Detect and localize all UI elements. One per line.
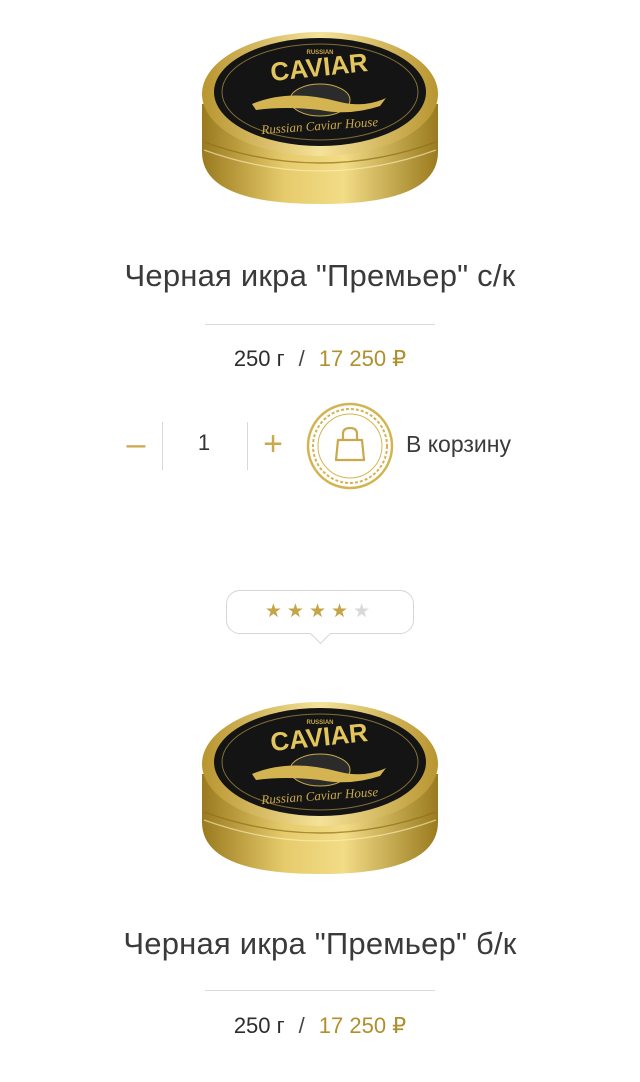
product-card-2: RUSSIAN CAVIAR Russian Caviar House Черн… [0, 660, 640, 1082]
product-price-1: 17 250 ₽ [318, 346, 407, 371]
quantity-divider-left [162, 422, 163, 470]
rating-badge: ★★★★★ [226, 590, 414, 645]
product-price-2: 17 250 ₽ [318, 1013, 407, 1038]
product-title-2[interactable]: Черная икра "Премьер" б/к [0, 926, 640, 962]
quantity-divider-right [247, 422, 248, 470]
shopping-bag-icon[interactable] [306, 402, 394, 490]
star-icon: ★ [331, 601, 354, 622]
divider-1 [205, 324, 435, 325]
price-separator-1: / [298, 346, 305, 371]
product-image-2[interactable]: RUSSIAN CAVIAR Russian Caviar House [190, 682, 450, 882]
star-icon: ★ [286, 601, 309, 622]
price-row-2: 250 г / 17 250 ₽ [0, 1013, 640, 1039]
product-weight-2: 250 г [233, 1013, 285, 1038]
product-title-1[interactable]: Черная икра "Премьер" с/к [0, 258, 640, 294]
product-weight-1: 250 г [233, 346, 285, 371]
quantity-plus-button[interactable]: + [253, 424, 293, 464]
star-icon: ★ [308, 601, 332, 622]
product-card-1: RUSSIAN CAVIAR Russian Caviar House Черн… [0, 0, 640, 520]
star-icon: ★ [264, 601, 287, 622]
quantity-input[interactable]: 1 [184, 430, 224, 456]
price-row-1: 250 г / 17 250 ₽ [0, 346, 640, 372]
product-image-1[interactable]: RUSSIAN CAVIAR Russian Caviar House [190, 12, 450, 212]
divider-2 [205, 990, 435, 991]
add-to-cart-button[interactable]: В корзину [406, 431, 511, 458]
price-separator-2: / [298, 1013, 305, 1038]
star-rating: ★★★★★ [227, 600, 413, 623]
star-empty-icon: ★ [353, 601, 376, 622]
rating-badge-pointer [309, 622, 332, 645]
quantity-minus-button[interactable]: – [116, 424, 156, 464]
add-to-cart-row: – 1 + В корзину [0, 402, 640, 492]
